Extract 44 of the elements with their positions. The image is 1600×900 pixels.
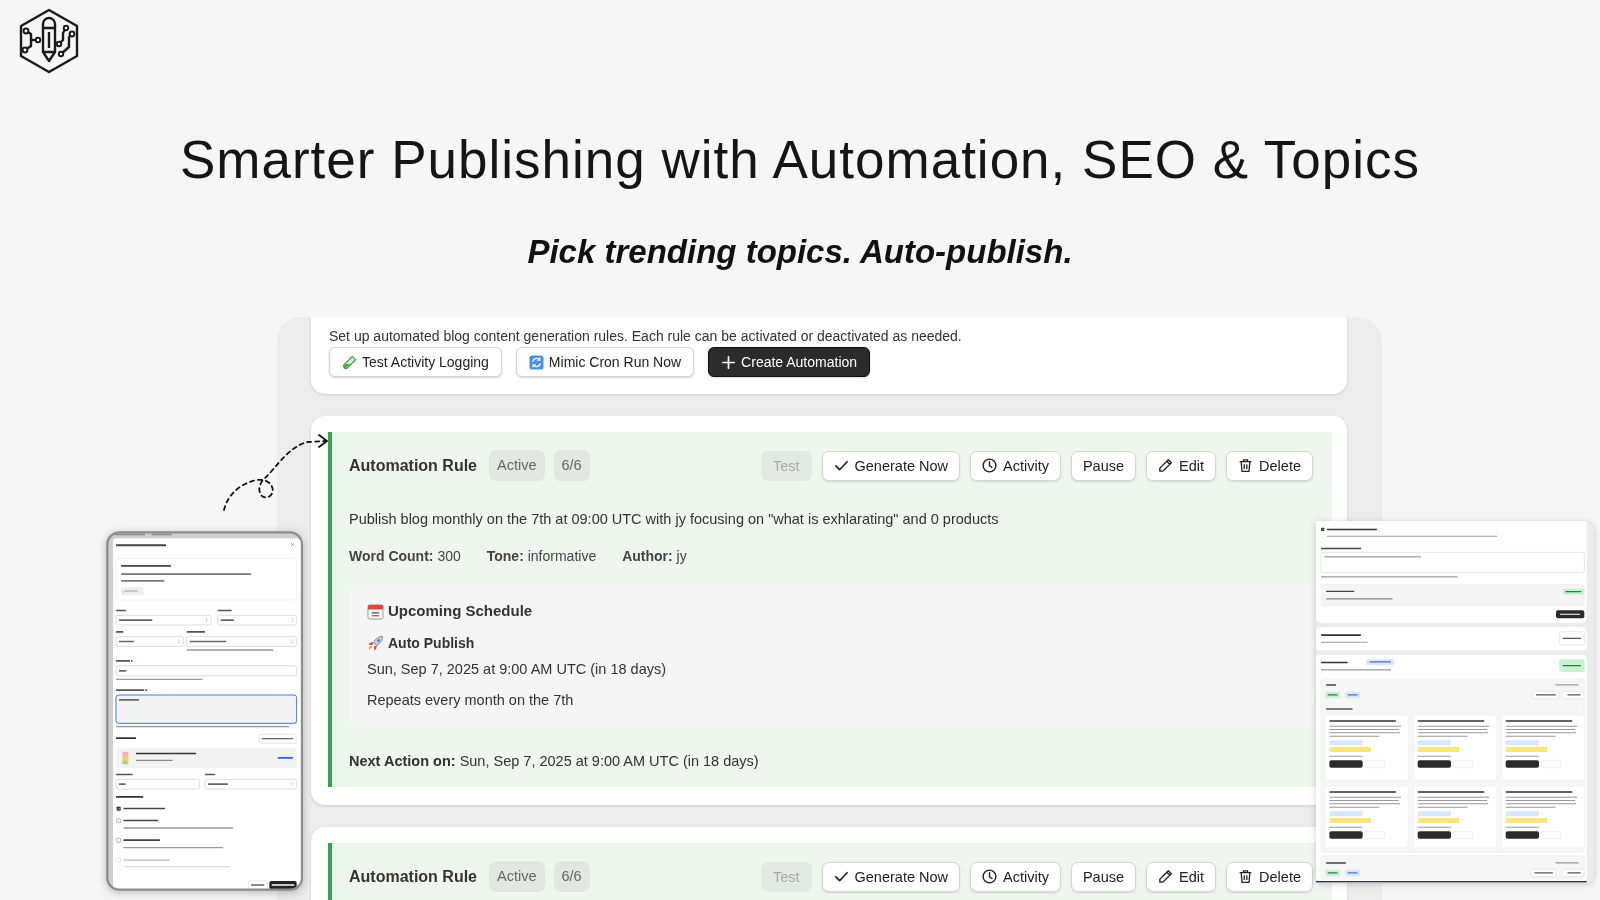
rule-badge: Active — [489, 861, 545, 892]
pencil-icon — [1158, 869, 1174, 884]
action-button[interactable]: Edit — [1146, 861, 1217, 892]
trash-icon — [1238, 458, 1254, 473]
intro-text: Set up automated blog content generation rules. Each rule can be activated or deactivated as needed. — [329, 327, 963, 346]
rocket-icon — [367, 634, 384, 652]
rule-detail: Word Count: 300 — [349, 547, 461, 566]
test-tube-icon — [342, 354, 357, 370]
check-icon — [833, 458, 849, 473]
headline: Smarter Publishing with Automation, SEO & Topics — [178, 129, 1422, 191]
calendar-icon — [367, 602, 384, 620]
schedule-repeat: Repeats every month on the 7th — [367, 691, 575, 710]
check-icon — [833, 869, 849, 884]
action-button[interactable]: Activity — [970, 861, 1061, 892]
rule-badge: 6/6 — [553, 861, 590, 892]
refresh-icon — [528, 354, 544, 370]
toolbar-button[interactable]: Create Automation — [708, 347, 871, 377]
schedule-title: Upcoming Schedule — [388, 601, 533, 621]
action-button[interactable]: Delete — [1226, 861, 1313, 892]
rule-title: Automation Rule — [349, 456, 477, 475]
schedule-date: Sun, Sep 7, 2025 at 9:00 AM UTC (in 18 days) — [367, 660, 668, 679]
action-button[interactable]: Generate Now — [821, 861, 961, 892]
rule-title: Automation Rule — [349, 867, 477, 886]
rule-description: Publish blog monthly on the 7th at 09:00 UTC with jy focusing on "what is exhlarating" and 0 products — [349, 510, 1000, 529]
trash-icon — [1238, 869, 1254, 884]
action-button[interactable]: Delete — [1226, 450, 1313, 481]
clock-icon — [982, 458, 998, 473]
action-button[interactable]: Generate Now — [821, 450, 961, 481]
next-action-text: Next Action on: Sun, Sep 7, 2025 at 9:00 AM UTC (in 18 days) — [349, 752, 760, 771]
action-button[interactable]: Activity — [970, 450, 1061, 481]
clock-icon — [982, 869, 998, 884]
action-button[interactable]: Pause — [1070, 450, 1137, 481]
rule-badge: Active — [489, 450, 545, 481]
schedule-event-title: Auto Publish — [388, 634, 475, 653]
action-button[interactable]: Pause — [1070, 861, 1137, 892]
rule-detail: Author: jy — [622, 547, 687, 566]
toolbar-button[interactable]: Mimic Cron Run Now — [515, 347, 695, 377]
toolbar-button[interactable]: Test Activity Logging — [329, 347, 502, 377]
action-button[interactable]: Edit — [1146, 450, 1217, 481]
rule-detail: Tone: informative — [486, 547, 597, 566]
pencil-icon — [1158, 458, 1174, 473]
plus-icon — [721, 354, 737, 370]
subheadline: Pick trending topics. Auto-publish. — [526, 232, 1074, 272]
rule-badge: 6/6 — [553, 450, 590, 481]
